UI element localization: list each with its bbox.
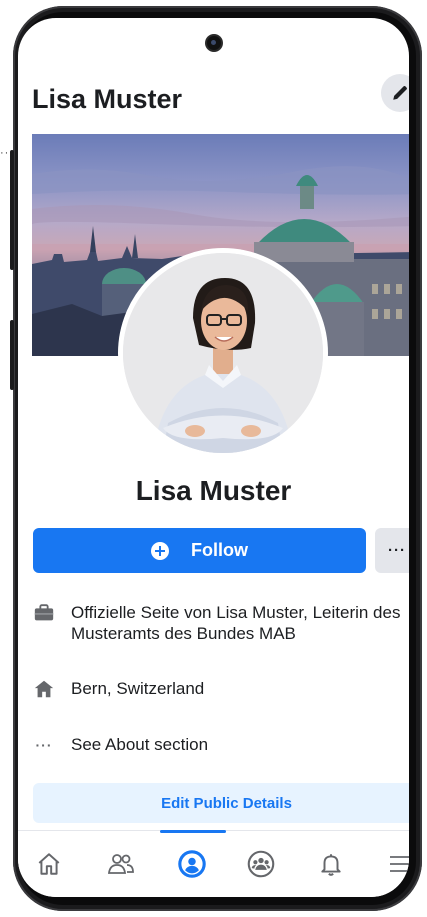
tab-friends[interactable]	[106, 849, 136, 879]
menu-icon	[390, 856, 409, 872]
app-screen: Lisa Muster Lisa Muster Follow ··· Offiz…	[18, 18, 409, 897]
side-button-volume	[10, 150, 14, 270]
friends-icon	[107, 854, 134, 874]
pencil-icon	[393, 86, 407, 100]
more-options-label: ···	[388, 542, 406, 559]
tab-home[interactable]	[34, 849, 64, 879]
info-row-about[interactable]: ··· See About section	[33, 734, 209, 756]
tab-groups[interactable]	[246, 849, 276, 879]
profile-name: Lisa Muster	[135, 475, 292, 506]
follow-label: Follow	[191, 540, 248, 560]
active-tab-indicator	[160, 830, 226, 833]
edit-public-details-button[interactable]: Edit Public Details	[33, 783, 409, 823]
groups-icon	[247, 850, 275, 878]
tab-profile[interactable]	[177, 849, 207, 879]
follow-button[interactable]: Follow	[33, 528, 366, 573]
edit-button[interactable]	[381, 74, 409, 112]
see-about-link[interactable]: See About section	[71, 734, 208, 755]
bio-text: Offizielle Seite von Lisa Muster, Leiter…	[71, 603, 401, 643]
tab-notifications[interactable]	[316, 849, 346, 879]
profile-icon	[178, 850, 206, 878]
location-text: Bern, Switzerland	[71, 679, 205, 698]
side-button-power	[10, 320, 14, 390]
info-row-bio: Offizielle Seite von Lisa Muster, Leiter…	[33, 602, 409, 644]
plus-circle-icon	[151, 541, 169, 560]
page-title: Lisa Muster	[32, 84, 183, 114]
home-icon	[34, 680, 54, 698]
person-portrait-image	[123, 253, 323, 453]
profile-picture[interactable]	[118, 248, 328, 458]
briefcase-icon	[34, 604, 54, 621]
bottom-tab-bar	[18, 830, 409, 897]
tab-menu[interactable]	[385, 849, 409, 879]
bell-icon	[321, 854, 341, 876]
home-outline-icon	[38, 853, 60, 875]
front-camera	[207, 36, 221, 50]
truncation-dots: ··	[0, 147, 10, 159]
more-dots-icon: ···	[35, 737, 53, 753]
more-options-button[interactable]: ···	[375, 528, 409, 573]
info-row-location: Bern, Switzerland	[33, 678, 204, 700]
